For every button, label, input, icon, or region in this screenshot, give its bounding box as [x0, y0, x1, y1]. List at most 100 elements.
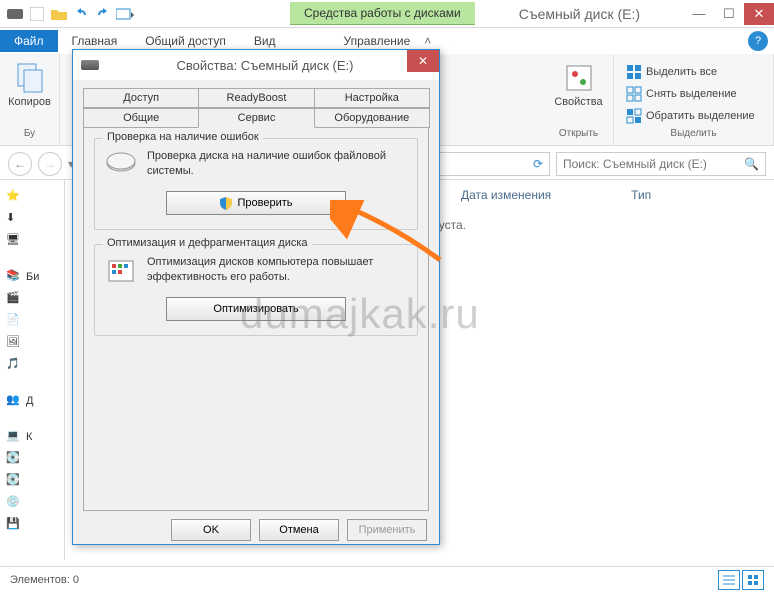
- search-input[interactable]: [563, 157, 759, 171]
- properties-label: Свойства: [554, 96, 602, 108]
- tab-readyboost[interactable]: ReadyBoost: [198, 88, 314, 108]
- help-button[interactable]: ?: [748, 31, 768, 51]
- tab-tools[interactable]: Сервис: [198, 108, 314, 128]
- cancel-button[interactable]: Отмена: [259, 519, 339, 541]
- column-headers: Дата изменения Тип: [461, 188, 758, 202]
- properties-button[interactable]: Свойства: [548, 58, 608, 112]
- properties-dialog: Свойства: Съемный диск (E:) ✕ Доступ Rea…: [72, 49, 440, 545]
- navigation-pane: ⭐ ⬇ 🖥 📚 Би 🎬 📄 🖼 🎵 👥Д 💻К 💽 💽 💿 💾: [0, 180, 65, 560]
- drive-icon: [81, 60, 99, 70]
- apply-button[interactable]: Применить: [347, 519, 427, 541]
- library-icon: 📚: [6, 269, 22, 285]
- refresh-icon[interactable]: ⟳: [533, 157, 543, 171]
- optimize-legend: Оптимизация и дефрагментация диска: [103, 237, 312, 249]
- properties-icon[interactable]: [28, 5, 46, 23]
- qat-menu-icon[interactable]: [116, 5, 134, 23]
- document-icon: 📄: [6, 313, 22, 329]
- tab-access[interactable]: Доступ: [83, 88, 199, 108]
- removable-icon: 💾: [6, 517, 22, 533]
- ok-button[interactable]: OK: [171, 519, 251, 541]
- tab-hardware[interactable]: Оборудование: [314, 108, 430, 128]
- nav-item[interactable]: 💾: [4, 514, 60, 536]
- item-count-label: Элементов:: [10, 574, 70, 586]
- shield-icon: [219, 196, 233, 210]
- drive-icon: [6, 5, 24, 23]
- dialog-body: Проверка на наличие ошибок Проверка диск…: [83, 127, 429, 511]
- tab-customize[interactable]: Настройка: [314, 88, 430, 108]
- nav-item[interactable]: 💽: [4, 448, 60, 470]
- nav-item[interactable]: 💽: [4, 470, 60, 492]
- check-button[interactable]: Проверить: [166, 191, 346, 215]
- forward-button[interactable]: →: [38, 152, 62, 176]
- invert-selection-button[interactable]: Обратить выделение: [622, 106, 759, 126]
- search-box[interactable]: 🔍: [556, 152, 766, 176]
- close-button[interactable]: ✕: [744, 3, 774, 25]
- properties-icon: [563, 62, 595, 94]
- copy-button[interactable]: Копиров: [2, 58, 57, 112]
- nav-item-libraries[interactable]: 📚 Би: [4, 266, 60, 288]
- maximize-button[interactable]: ☐: [714, 3, 744, 25]
- col-date[interactable]: Дата изменения: [461, 188, 551, 202]
- optimize-button-label: Оптимизировать: [213, 303, 298, 315]
- nav-item[interactable]: 📄: [4, 310, 60, 332]
- error-check-legend: Проверка на наличие ошибок: [103, 131, 263, 143]
- nav-item[interactable]: 🎬: [4, 288, 60, 310]
- redo-icon[interactable]: [94, 5, 112, 23]
- select-all-label: Выделить все: [646, 66, 717, 78]
- optimize-fieldset: Оптимизация и дефрагментация диска Оптим…: [94, 244, 418, 336]
- dialog-buttons: OK Отмена Применить: [73, 511, 439, 549]
- deselect-icon: [626, 86, 642, 102]
- defrag-icon: [105, 255, 137, 287]
- disk-icon: 💽: [6, 451, 22, 467]
- search-icon[interactable]: 🔍: [744, 157, 759, 171]
- dialog-titlebar[interactable]: Свойства: Съемный диск (E:) ✕: [73, 50, 439, 80]
- desktop-icon: 🖥: [6, 233, 22, 249]
- star-icon: ⭐: [6, 189, 22, 205]
- nav-item[interactable]: 🎵: [4, 354, 60, 376]
- open-group-label: Открыть: [559, 128, 598, 141]
- nav-item-computer[interactable]: 💻К: [4, 426, 60, 448]
- folder-icon[interactable]: [50, 5, 68, 23]
- deselect-label: Снять выделение: [646, 88, 737, 100]
- nav-item[interactable]: 🖥: [4, 230, 60, 252]
- drive-check-icon: [105, 149, 137, 181]
- nav-label: Би: [26, 271, 39, 283]
- window-title: Съемный диск (E:): [475, 6, 684, 22]
- dialog-title: Свойства: Съемный диск (E:): [99, 58, 431, 73]
- minimize-button[interactable]: —: [684, 3, 714, 25]
- status-bar: Элементов: 0: [0, 566, 774, 592]
- dialog-close-button[interactable]: ✕: [407, 50, 439, 72]
- clipboard-group-label: Бу: [24, 128, 35, 141]
- nav-item[interactable]: ⬇: [4, 208, 60, 230]
- item-count: 0: [73, 574, 79, 586]
- copy-icon: [14, 62, 46, 94]
- undo-icon[interactable]: [72, 5, 90, 23]
- music-icon: 🎵: [6, 357, 22, 373]
- disk-icon: 💽: [6, 473, 22, 489]
- minimize-ribbon-icon[interactable]: ˄: [424, 34, 431, 48]
- nav-item-homegroup[interactable]: 👥Д: [4, 390, 60, 412]
- window-buttons: — ☐ ✕: [684, 3, 774, 25]
- quick-access-toolbar: [0, 5, 140, 23]
- tab-general[interactable]: Общие: [83, 108, 199, 128]
- details-view-button[interactable]: [718, 570, 740, 590]
- icons-view-button[interactable]: [742, 570, 764, 590]
- nav-item[interactable]: 💿: [4, 492, 60, 514]
- select-all-icon: [626, 64, 642, 80]
- picture-icon: 🖼: [6, 335, 22, 351]
- nav-item[interactable]: ⭐: [4, 186, 60, 208]
- col-type[interactable]: Тип: [631, 188, 651, 202]
- contextual-tab-label: Средства работы с дисками: [290, 2, 475, 25]
- select-all-button[interactable]: Выделить все: [622, 62, 759, 82]
- back-button[interactable]: ←: [8, 152, 32, 176]
- nav-item[interactable]: 🖼: [4, 332, 60, 354]
- select-group-label: Выделить: [670, 128, 716, 141]
- optimize-button[interactable]: Оптимизировать: [166, 297, 346, 321]
- cdrom-icon: 💿: [6, 495, 22, 511]
- deselect-button[interactable]: Снять выделение: [622, 84, 759, 104]
- file-tab[interactable]: Файл: [0, 30, 58, 52]
- video-icon: 🎬: [6, 291, 22, 307]
- error-check-text: Проверка диска на наличие ошибок файлово…: [147, 149, 407, 180]
- check-button-label: Проверить: [237, 197, 292, 209]
- computer-icon: 💻: [6, 429, 22, 445]
